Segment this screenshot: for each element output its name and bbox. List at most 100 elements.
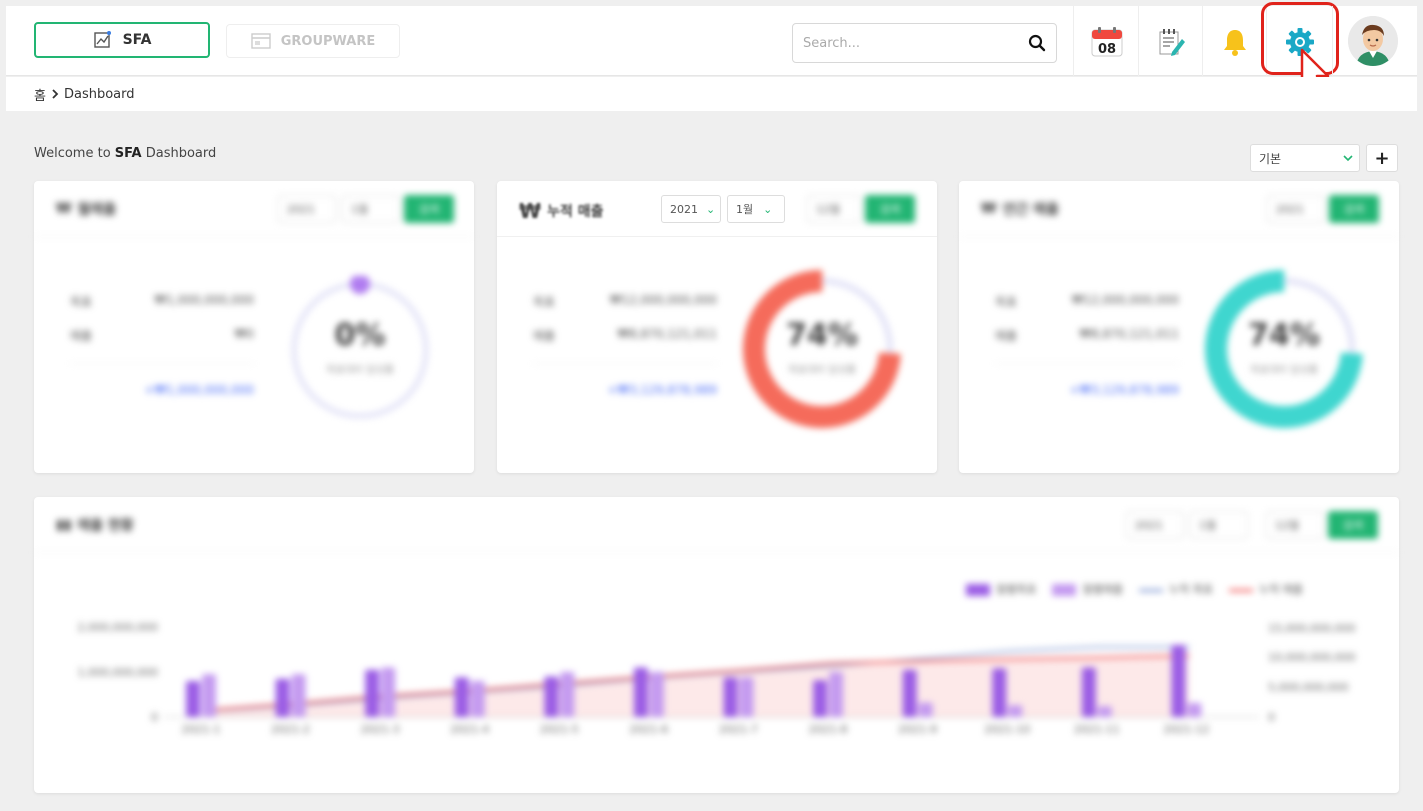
chevron-down-icon bbox=[1343, 155, 1353, 162]
bar-monthly-target bbox=[275, 678, 290, 717]
x-tick-label: 2021-9 bbox=[898, 723, 937, 736]
y-left-tick-label: 1,000,000,000 bbox=[78, 666, 158, 679]
y-left-tick-label: 2,000,000,000 bbox=[78, 621, 158, 634]
calendar-day: 08 bbox=[1098, 42, 1116, 57]
month-from-select[interactable]: 1월 bbox=[1190, 511, 1248, 539]
memo-pencil-icon bbox=[1159, 29, 1185, 56]
bar-monthly-sales bbox=[470, 681, 485, 717]
monthly-sales-card: ₩ 월매출 2021 1월 검색 목표 ₩1,000,000,000 매출 ₩0 … bbox=[34, 181, 474, 473]
legend-item[interactable]: 월별목표 bbox=[966, 581, 1036, 597]
legend-item[interactable]: 누적 매출 bbox=[1228, 581, 1303, 597]
divider bbox=[70, 363, 254, 364]
bar-monthly-target bbox=[454, 677, 469, 717]
bar-chart-icon: ▮▮ bbox=[56, 517, 72, 533]
percent-value: 74% bbox=[1248, 318, 1320, 353]
card-title: ₩ 월매출 bbox=[56, 201, 117, 218]
x-tick-label: 2021-3 bbox=[361, 723, 400, 736]
bar-monthly-sales bbox=[918, 702, 933, 717]
actual-value: ₩8,870,121,011 bbox=[1079, 327, 1179, 341]
bar-monthly-target bbox=[813, 680, 828, 717]
bar-monthly-sales bbox=[649, 672, 664, 717]
month-to-select[interactable]: 12월 bbox=[807, 195, 861, 223]
x-tick-label: 2021-1 bbox=[182, 723, 221, 736]
x-tick-label: 2021-7 bbox=[719, 723, 758, 736]
y-right-tick-label: 15,000,000,000 bbox=[1268, 622, 1355, 635]
bar-monthly-sales bbox=[829, 672, 844, 717]
search-button[interactable]: 검색 bbox=[1329, 195, 1379, 223]
cum-sales-area bbox=[204, 655, 1190, 717]
bar-monthly-target bbox=[992, 668, 1007, 717]
breadcrumb-current: Dashboard bbox=[63, 86, 135, 102]
actual-value: ₩0 bbox=[234, 327, 255, 341]
x-tick-label: 2021-6 bbox=[629, 723, 668, 736]
bar-monthly-sales bbox=[291, 674, 306, 717]
donut-progress bbox=[350, 276, 370, 294]
legend-item[interactable]: 누적 목표 bbox=[1138, 581, 1213, 597]
diff-link[interactable]: +₩3,129,878,989 bbox=[557, 383, 717, 397]
month-select[interactable]: 1월 bbox=[342, 195, 400, 223]
bar-monthly-target bbox=[186, 681, 200, 717]
tab-groupware[interactable]: GROUPWARE bbox=[226, 24, 400, 58]
year-select[interactable]: 2021 bbox=[1267, 195, 1325, 223]
diff-link[interactable]: +₩3,129,878,989 bbox=[1019, 383, 1179, 397]
bar-monthly-target bbox=[902, 669, 917, 717]
divider bbox=[995, 363, 1179, 364]
bar-monthly-target bbox=[544, 676, 559, 717]
search-button[interactable]: 검색 bbox=[404, 195, 454, 223]
y-right-tick-label: 5,000,000,000 bbox=[1268, 681, 1348, 694]
plus-icon: + bbox=[1374, 147, 1390, 169]
month-to-select[interactable]: 12월 bbox=[1266, 511, 1324, 539]
sales-chart-card: ▮▮ 매출 현황 2021 1월 12월 검색 월별목표 월별매출 누적 목표 누… bbox=[34, 497, 1399, 793]
actual-label: 매출 bbox=[533, 329, 556, 343]
tab-groupware-label: GROUPWARE bbox=[280, 33, 376, 49]
notification-button[interactable] bbox=[1215, 22, 1255, 62]
add-widget-button[interactable]: + bbox=[1366, 144, 1398, 172]
x-tick-label: 2021-10 bbox=[984, 723, 1030, 736]
month-from-select[interactable]: 1월 ⌄ bbox=[727, 195, 785, 223]
x-tick-label: 2021-2 bbox=[271, 723, 310, 736]
percent-caption: 목표대비 달성률 bbox=[788, 365, 856, 376]
header-divider bbox=[1332, 6, 1333, 76]
user-avatar[interactable] bbox=[1348, 16, 1398, 66]
legend-item[interactable]: 월별매출 bbox=[1052, 581, 1123, 597]
search-input[interactable] bbox=[803, 35, 1028, 51]
y-right-tick-label: 0 bbox=[1268, 711, 1275, 724]
breadcrumb-home[interactable]: 홈 bbox=[34, 85, 46, 104]
top-header: SFA GROUPWARE 08 bbox=[6, 2, 1417, 96]
search-icon[interactable] bbox=[1028, 34, 1046, 52]
year-select[interactable]: 2021 bbox=[1126, 511, 1184, 539]
percent-value: 74% bbox=[786, 318, 858, 353]
bar-monthly-sales bbox=[1008, 705, 1023, 717]
dashboard-view-select[interactable]: 기본 bbox=[1250, 144, 1360, 172]
x-tick-label: 2021-5 bbox=[540, 723, 579, 736]
calendar-button[interactable]: 08 bbox=[1087, 22, 1127, 62]
divider bbox=[533, 363, 717, 364]
tab-sfa[interactable]: SFA bbox=[34, 22, 210, 58]
calendar-icon: 08 bbox=[1091, 27, 1123, 57]
bar-monthly-target bbox=[723, 677, 738, 717]
bar-monthly-sales bbox=[381, 667, 396, 717]
target-value: ₩1,000,000,000 bbox=[154, 293, 254, 307]
bar-monthly-target bbox=[1081, 667, 1096, 717]
card-title: ₩ 연간 매출 bbox=[981, 201, 1059, 218]
welcome-text: Welcome to SFA Dashboard bbox=[34, 146, 217, 161]
year-select[interactable]: 2021 ⌄ bbox=[661, 195, 721, 223]
bar-monthly-sales bbox=[560, 672, 575, 717]
actual-value: ₩8,870,121,011 bbox=[617, 327, 717, 341]
search-button[interactable]: 검색 bbox=[1328, 511, 1378, 539]
user-avatar-icon bbox=[1348, 16, 1398, 66]
tab-sfa-label: SFA bbox=[122, 32, 152, 48]
x-tick-label: 2021-8 bbox=[809, 723, 848, 736]
bar-monthly-sales bbox=[202, 674, 216, 717]
header-divider bbox=[1073, 6, 1074, 76]
memo-button[interactable] bbox=[1151, 22, 1191, 62]
year-select[interactable]: 2021 bbox=[278, 195, 336, 223]
search-button[interactable]: 검색 bbox=[865, 195, 915, 223]
chevron-down-icon: ⌄ bbox=[706, 202, 716, 216]
header-divider bbox=[1202, 6, 1203, 76]
chart-legend: 월별목표 월별매출 누적 목표 누적 매출 bbox=[966, 581, 1303, 597]
target-label: 목표 bbox=[995, 295, 1018, 309]
diff-link[interactable]: +₩1,000,000,000 bbox=[94, 383, 254, 397]
annual-sales-card: ₩ 연간 매출 2021 검색 목표 ₩12,000,000,000 매출 ₩8,… bbox=[959, 181, 1399, 473]
bar-monthly-target bbox=[1171, 645, 1186, 717]
